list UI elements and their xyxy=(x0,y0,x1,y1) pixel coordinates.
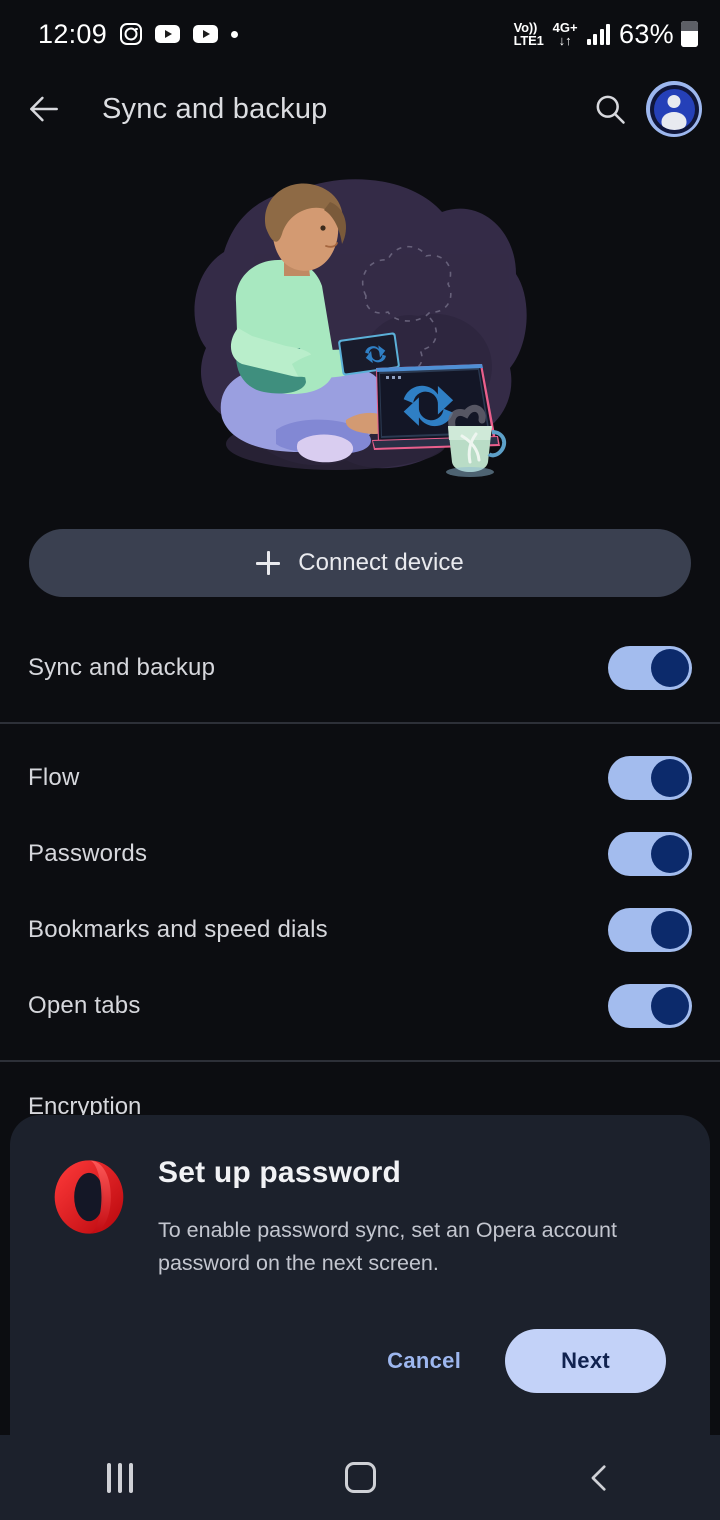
setting-label: Open tabs xyxy=(28,992,141,1019)
dialog-text-block: Set up password To enable password sync,… xyxy=(158,1158,710,1281)
status-bar-right: Vo)) LTE1 4G+ ↓↑ 63% xyxy=(514,19,698,50)
battery-icon xyxy=(681,21,698,47)
setting-label: Flow xyxy=(28,764,80,791)
setting-row-flow[interactable]: Flow xyxy=(0,740,720,816)
home-icon xyxy=(344,1462,376,1493)
nav-back-button[interactable] xyxy=(540,1435,660,1520)
data-transfer-arrows-icon: ↓↑ xyxy=(558,33,572,48)
toggle-bookmarks-and-speed-dials[interactable] xyxy=(608,908,692,952)
dialog-header: Set up password To enable password sync,… xyxy=(10,1115,710,1281)
account-avatar-icon xyxy=(646,81,702,137)
battery-percentage: 63% xyxy=(619,18,674,49)
illustration-svg xyxy=(194,179,527,477)
status-clock: 12:09 xyxy=(38,18,108,49)
home-button[interactable] xyxy=(300,1435,420,1520)
dialog-body: To enable password sync, set an Opera ac… xyxy=(158,1218,617,1276)
row-spacer xyxy=(0,724,720,740)
dialog-actions: Cancel Next xyxy=(383,1329,666,1393)
recents-icon xyxy=(107,1462,133,1493)
row-spacer xyxy=(0,706,720,722)
system-navigation-bar xyxy=(0,1435,720,1520)
nav-back-icon xyxy=(591,1464,606,1491)
plus-icon xyxy=(256,551,281,575)
section-divider xyxy=(0,1060,720,1062)
volte-line-2: LTE1 xyxy=(513,33,544,48)
account-button[interactable] xyxy=(642,77,706,141)
settings-list: Sync and backup Flow Passwords Bookmarks… xyxy=(0,630,720,1062)
recents-button[interactable] xyxy=(60,1435,180,1520)
setting-row-open-tabs[interactable]: Open tabs xyxy=(0,968,720,1044)
status-bar-left: 12:09 xyxy=(38,18,239,50)
setting-row-passwords[interactable]: Passwords xyxy=(0,816,720,892)
network-type-label: 4G+ xyxy=(552,19,578,35)
toggle-flow[interactable] xyxy=(608,756,692,800)
opera-logo-icon xyxy=(54,1160,124,1234)
phone-screen: 12:09 Vo)) LTE1 4G+ ↓↑ 63% Sync and back… xyxy=(0,0,720,1520)
setting-row-sync-and-backup[interactable]: Sync and backup xyxy=(0,630,720,706)
setting-label: Sync and backup xyxy=(28,654,216,681)
toggle-passwords[interactable] xyxy=(608,832,692,876)
toggle-sync-and-backup[interactable] xyxy=(608,646,692,690)
row-spacer xyxy=(0,1044,720,1060)
status-bar: 12:09 Vo)) LTE1 4G+ ↓↑ 63% xyxy=(0,0,720,68)
search-button[interactable] xyxy=(578,77,642,141)
back-button[interactable] xyxy=(8,73,80,145)
toggle-open-tabs[interactable] xyxy=(608,984,692,1028)
youtube-icon xyxy=(155,25,181,43)
sync-devices-illustration xyxy=(0,168,720,508)
cancel-button[interactable]: Cancel xyxy=(383,1338,465,1384)
setting-label: Bookmarks and speed dials xyxy=(28,916,328,943)
page-title: Sync and backup xyxy=(102,92,328,125)
youtube-icon xyxy=(193,25,219,43)
setting-row-bookmarks-and-speed-dials[interactable]: Bookmarks and speed dials xyxy=(0,892,720,968)
dot-icon xyxy=(231,30,239,38)
signal-strength-icon xyxy=(586,23,611,45)
dialog-title: Set up password xyxy=(158,1156,402,1189)
setting-label: Passwords xyxy=(28,840,148,867)
network-type-indicator: 4G+ ↓↑ xyxy=(552,19,578,48)
volte-indicator: Vo)) LTE1 xyxy=(513,19,544,48)
set-up-password-dialog: Set up password To enable password sync,… xyxy=(10,1115,710,1435)
connect-device-button[interactable]: Connect device xyxy=(29,529,691,597)
app-bar: Sync and backup xyxy=(0,68,720,150)
connect-device-label: Connect device xyxy=(298,549,464,576)
next-button[interactable]: Next xyxy=(505,1329,666,1393)
search-icon xyxy=(596,95,625,124)
arrow-left-icon xyxy=(30,96,58,122)
instagram-icon xyxy=(120,23,143,45)
volte-line-1: Vo)) xyxy=(513,19,538,35)
